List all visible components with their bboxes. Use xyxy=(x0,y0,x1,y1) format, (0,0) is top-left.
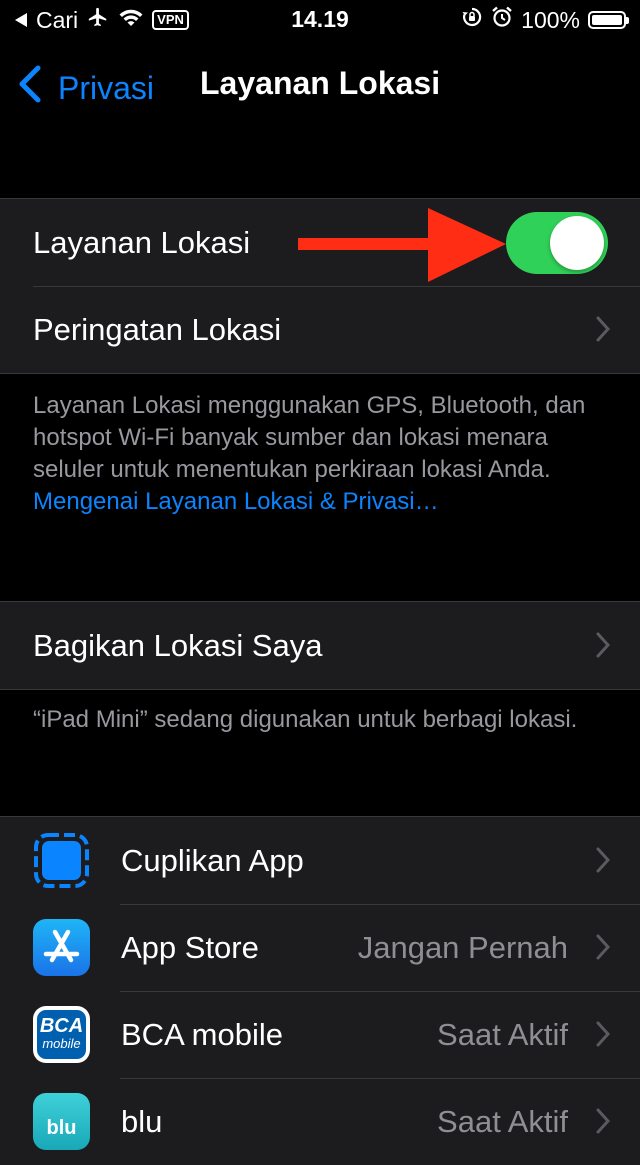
chevron-right-icon xyxy=(596,1021,611,1047)
app-name: blu xyxy=(121,1104,163,1139)
page-title: Layanan Lokasi xyxy=(200,65,441,101)
location-services-toggle[interactable] xyxy=(506,212,608,274)
bca-mobile-icon: BCA mobile xyxy=(33,1006,90,1063)
share-location-row[interactable]: Bagikan Lokasi Saya xyxy=(0,602,640,689)
description-text: Layanan Lokasi menggunakan GPS, Bluetoot… xyxy=(33,392,586,483)
location-services-label: Layanan Lokasi xyxy=(33,225,251,260)
battery-percent: 100% xyxy=(521,6,580,33)
battery-icon xyxy=(588,11,629,29)
app-row-app-store[interactable]: App Store Jangan Pernah xyxy=(0,904,640,991)
app-list: Cuplikan App App Store Jangan Pernah BCA… xyxy=(0,816,640,1165)
orientation-lock-icon xyxy=(461,6,483,34)
chevron-left-icon xyxy=(16,64,44,112)
location-alerts-row[interactable]: Peringatan Lokasi xyxy=(0,286,640,373)
app-name: Cuplikan App xyxy=(121,843,304,878)
status-bar: Cari VPN 14.19 100% xyxy=(0,0,640,40)
app-row-bca-mobile[interactable]: BCA mobile BCA mobile Saat Aktif xyxy=(0,991,640,1078)
back-button[interactable]: Privasi xyxy=(16,64,154,112)
toggle-knob xyxy=(550,216,604,270)
status-right: 100% xyxy=(461,6,629,34)
location-alerts-label: Peringatan Lokasi xyxy=(33,312,282,347)
chevron-right-icon xyxy=(596,632,611,658)
privacy-link[interactable]: Mengenai Layanan Lokasi & Privasi… xyxy=(33,488,439,515)
blu-logo-text: blu xyxy=(46,1117,77,1139)
app-permission: Jangan Pernah xyxy=(357,930,568,965)
app-row-blu[interactable]: blu blu Saat Aktif xyxy=(0,1078,640,1165)
chevron-right-icon xyxy=(596,847,611,873)
app-name: App Store xyxy=(121,930,259,965)
app-row-cuplikan-app[interactable]: Cuplikan App xyxy=(0,817,640,904)
app-name: BCA mobile xyxy=(121,1017,283,1052)
chevron-right-icon xyxy=(596,934,611,960)
app-store-icon xyxy=(33,919,90,976)
navigation-bar: Privasi Layanan Lokasi xyxy=(0,50,640,120)
back-label: Privasi xyxy=(58,69,155,106)
blu-icon: blu xyxy=(33,1093,90,1150)
app-permission: Saat Aktif xyxy=(437,1017,568,1052)
share-location-label: Bagikan Lokasi Saya xyxy=(33,628,323,663)
location-description: Layanan Lokasi menggunakan GPS, Bluetoot… xyxy=(33,390,608,518)
bca-logo-text: BCA xyxy=(39,1015,84,1037)
share-location-note: “iPad Mini” sedang digunakan untuk berba… xyxy=(33,706,578,733)
share-location-group: Bagikan Lokasi Saya xyxy=(0,601,640,690)
chevron-right-icon xyxy=(596,316,611,342)
chevron-right-icon xyxy=(596,1108,611,1134)
annotation-arrow-icon xyxy=(298,208,506,282)
bca-logo-subtext: mobile xyxy=(42,1036,81,1051)
app-permission: Saat Aktif xyxy=(437,1104,568,1139)
app-clips-icon xyxy=(33,832,90,889)
alarm-icon xyxy=(491,6,513,34)
